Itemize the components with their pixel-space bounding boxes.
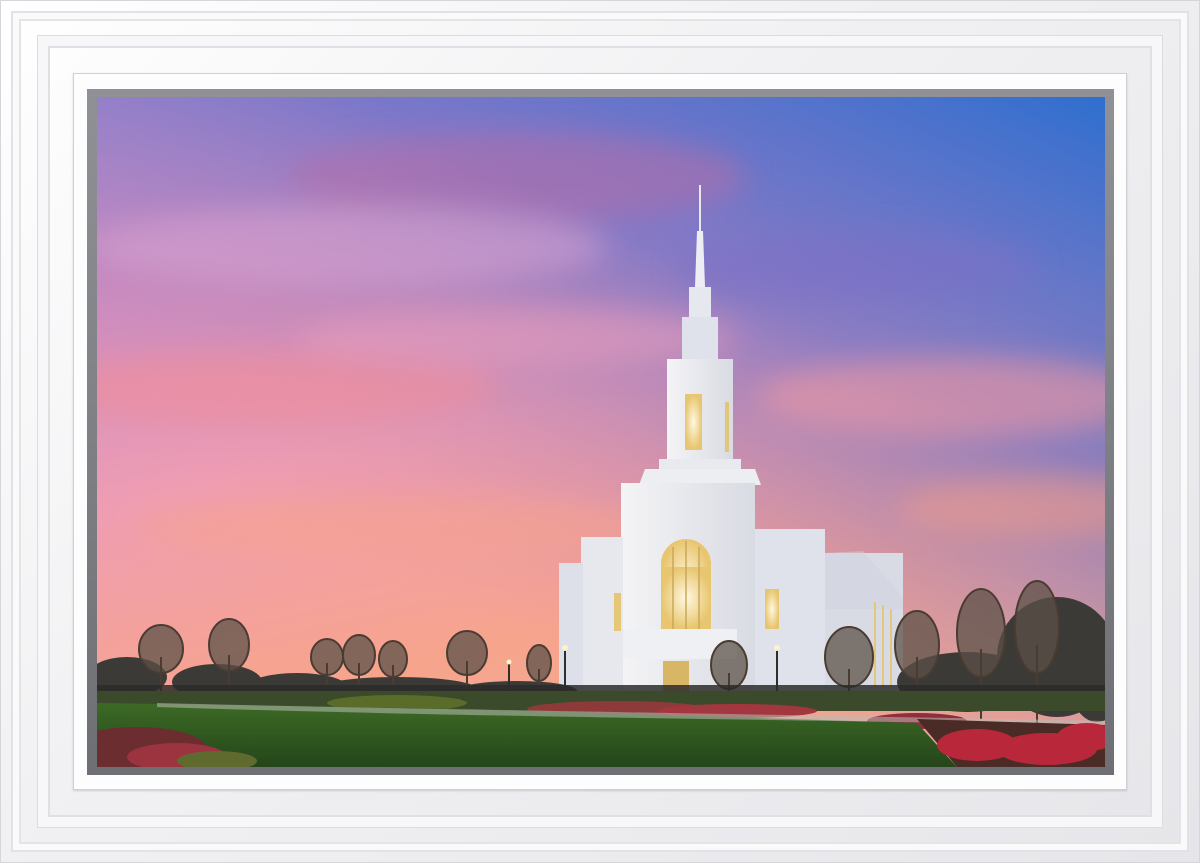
tower-ledge <box>659 459 741 469</box>
spire-base <box>682 317 718 362</box>
side-window-right <box>765 589 779 629</box>
temple-photograph <box>97 97 1105 767</box>
tower-window-side <box>725 402 729 452</box>
tower-shoulder <box>639 469 761 485</box>
side-window-left <box>614 593 621 631</box>
tower-window <box>685 394 702 450</box>
left-wing-edge <box>559 563 583 695</box>
picture-frame <box>0 0 1200 863</box>
spire-stage <box>689 287 711 317</box>
